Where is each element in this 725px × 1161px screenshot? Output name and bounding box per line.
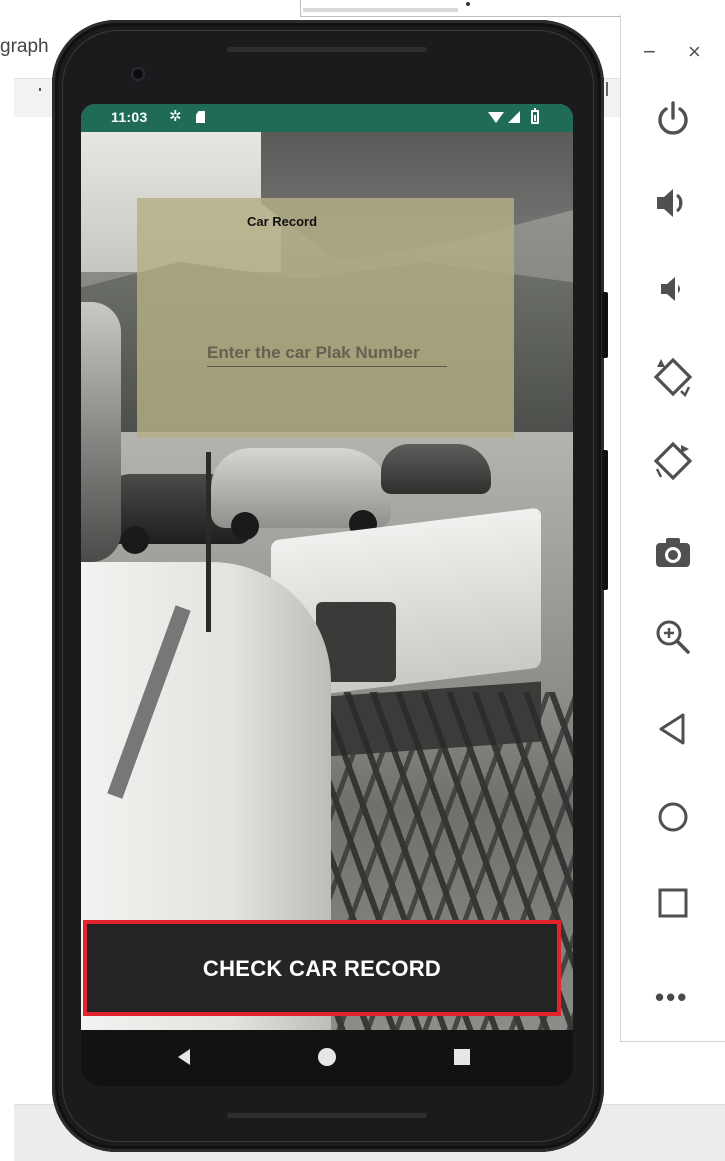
rotate-left-icon[interactable] [651,355,695,399]
ide-ruler-tick [39,88,41,91]
ide-partial-label: graph [0,36,49,57]
photo-head [81,302,121,562]
emulator-toolbar: − × ••• [620,15,725,1042]
card-title: Car Record [246,214,318,229]
earpiece-speaker [227,47,427,52]
ide-ruler-tick [606,82,608,96]
photo-antenna [206,452,211,632]
check-car-record-button[interactable]: CHECK CAR RECORD [83,920,561,1016]
home-icon[interactable] [651,795,695,839]
sd-card-icon [196,111,205,123]
screenshot-root: graph 11:03 ✲ Car Record Enter the car P… [0,0,725,1161]
overview-icon[interactable] [651,881,695,925]
status-bar: 11:03 ✲ [81,104,573,132]
wifi-icon [488,112,504,123]
plate-number-input[interactable] [207,340,447,367]
ide-editor-tab[interactable] [303,8,458,12]
power-icon[interactable] [651,97,695,141]
volume-up-icon[interactable] [651,181,695,225]
settings-gear-icon: ✲ [169,108,182,125]
photo-wheel [121,526,149,554]
more-options-icon[interactable]: ••• [655,982,688,1013]
close-button[interactable]: × [688,39,701,65]
camera-icon[interactable] [651,531,695,575]
signal-icon [508,111,520,123]
nav-recents-icon[interactable] [454,1049,470,1065]
status-time: 11:03 [111,109,148,125]
front-camera [131,67,145,81]
battery-icon [531,108,539,124]
minimize-button[interactable]: − [643,39,656,65]
navigation-bar [81,1030,573,1086]
bottom-speaker [227,1113,427,1118]
volume-down-icon[interactable] [651,267,695,311]
power-side-button[interactable] [602,292,608,358]
ide-indicator-dot [466,2,470,6]
back-icon[interactable] [651,707,695,751]
zoom-in-icon[interactable] [651,615,695,659]
photo-wheel [231,512,259,540]
nav-back-icon[interactable] [178,1049,190,1065]
volume-side-button[interactable] [602,450,608,590]
device-screen: 11:03 ✲ Car Record CHECK CAR RECORD [81,104,573,1030]
nav-home-icon[interactable] [318,1048,336,1066]
car-record-card: Car Record [137,198,514,438]
rotate-right-icon[interactable] [651,439,695,483]
photo-car [381,444,491,494]
